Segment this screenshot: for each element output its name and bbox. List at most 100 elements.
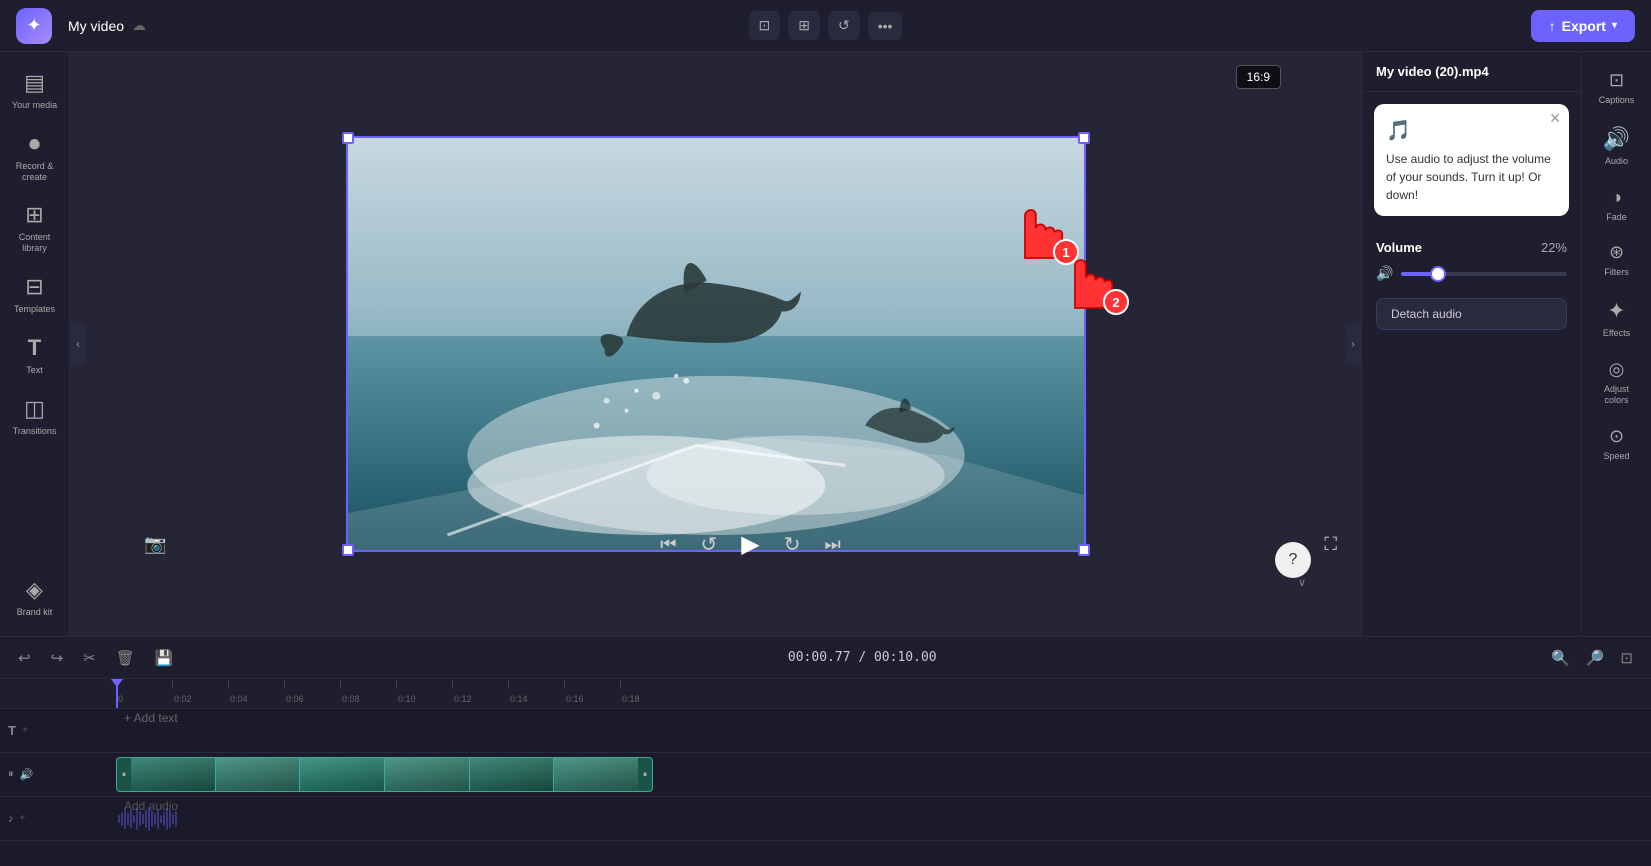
ruler-marks: 0 0:02 0:04 0:06 0:08 0:10 0:12 0:14 0:1…	[0, 679, 1651, 708]
sidebar-item-speed[interactable]: ⊙ Speed	[1586, 418, 1648, 470]
volume-label: Volume	[1376, 240, 1422, 255]
text-track-content[interactable]: + Add text	[116, 709, 1651, 752]
export-label: Export	[1562, 18, 1606, 34]
skip-forward-button[interactable]: ⏭	[821, 530, 845, 559]
wave-bar	[172, 814, 174, 824]
export-button[interactable]: ↑ Export ▾	[1531, 10, 1635, 42]
toolbar-center: ⊡ ⊞ ↺ •••	[749, 11, 903, 40]
wave-bar	[160, 815, 162, 823]
collapse-right-button[interactable]: ›	[1345, 324, 1361, 364]
text-track-icon: T	[8, 723, 16, 738]
playhead-triangle	[111, 679, 123, 687]
handle-tl[interactable]	[342, 132, 354, 144]
play-button[interactable]: ▶	[737, 526, 763, 563]
undo-timeline-button[interactable]: ↩	[12, 645, 37, 671]
wave-bar	[157, 809, 159, 829]
content-library-icon: ⊞	[25, 202, 43, 228]
sidebar-item-adjust-colors[interactable]: ◎ Adjust colors	[1586, 351, 1648, 414]
layout-button[interactable]: ⊞	[788, 11, 820, 40]
detach-audio-button[interactable]: Detach audio	[1376, 298, 1567, 330]
clip-thumb-1	[131, 758, 216, 791]
add-text-label[interactable]: + Add text	[116, 709, 186, 729]
forward-button[interactable]: ↻	[780, 528, 805, 561]
video-frame	[348, 138, 1084, 550]
zoom-controls: 🔍 🔎 ⊡	[1545, 645, 1639, 671]
brand-icon: ◈	[26, 577, 43, 603]
audio-track-content[interactable]: Add audio	[116, 797, 1651, 840]
playhead[interactable]	[116, 679, 118, 708]
sidebar-label-transitions: Transitions	[13, 426, 57, 437]
adjust-colors-label: Adjust colors	[1592, 384, 1642, 406]
panel-title: My video (20).mp4	[1362, 52, 1581, 92]
sidebar-item-your-media[interactable]: ▤ Your media	[4, 62, 66, 119]
effects-label: Effects	[1603, 328, 1630, 339]
audio-track-label: ♪ +	[0, 813, 116, 825]
sidebar-label-text: Text	[26, 365, 43, 376]
timeline-toolbar: ↩ ↪ ✂ 🗑 💾 00:00.77 / 00:10.00 🔍 🔎 ⊡	[0, 637, 1651, 679]
cut-button[interactable]: ✂	[77, 645, 102, 671]
your-media-icon: ▤	[24, 70, 45, 96]
export-chevron-icon: ▾	[1612, 20, 1617, 31]
right-icons-sidebar: ⊡ Captions 🔊 Audio ◑ Fade ⊛ Filters ✦ Ef…	[1581, 52, 1651, 636]
sidebar-item-content-library[interactable]: ⊞ Content library	[4, 194, 66, 262]
sidebar-item-fade[interactable]: ◑ Fade	[1586, 179, 1648, 231]
left-sidebar: ▤ Your media ⏺ Record & create ⊞ Content…	[0, 52, 70, 636]
wave-bar	[133, 815, 135, 823]
crop-button[interactable]: ⊡	[749, 11, 781, 40]
ruler-mark-8: 0:08	[340, 694, 396, 704]
fullscreen-button[interactable]: ⛶	[1320, 530, 1341, 559]
clip-handle-left[interactable]: ⏸	[117, 758, 131, 791]
sidebar-label-record: Record & create	[10, 161, 60, 183]
skip-back-button[interactable]: ⏮	[656, 530, 680, 559]
collapse-preview-button[interactable]: ∨	[1298, 576, 1306, 589]
video-clip[interactable]: ⏸ ⏸	[116, 757, 653, 792]
sidebar-item-audio[interactable]: 🔊 Audio	[1586, 118, 1648, 175]
aspect-ratio-label: 16:9	[1236, 65, 1281, 89]
adjust-colors-icon: ◎	[1609, 359, 1625, 380]
screenshot-button[interactable]: 📷	[140, 530, 170, 559]
clip-handle-right[interactable]: ⏸	[638, 758, 652, 791]
templates-icon: ⊟	[25, 274, 43, 300]
sidebar-item-record[interactable]: ⏺ Record & create	[4, 123, 66, 191]
wave-bar	[142, 814, 144, 824]
wave-bar	[166, 808, 168, 830]
sidebar-item-effects[interactable]: ✦ Effects	[1586, 290, 1648, 347]
fit-button[interactable]: ⊡	[1614, 645, 1639, 671]
audio-label: Audio	[1605, 156, 1628, 167]
delete-button[interactable]: 🗑	[110, 645, 141, 671]
sidebar-item-templates[interactable]: ⊟ Templates	[4, 266, 66, 323]
fade-label: Fade	[1606, 212, 1627, 223]
sidebar-label-your-media: Your media	[12, 100, 57, 111]
sidebar-item-captions[interactable]: ⊡ Captions	[1586, 62, 1648, 114]
handle-tr[interactable]	[1078, 132, 1090, 144]
ruler-mark-12: 0:12	[452, 694, 508, 704]
volume-value: 22%	[1541, 240, 1567, 255]
audio-track-icon: ♪	[8, 813, 14, 825]
main-area: ▤ Your media ⏺ Record & create ⊞ Content…	[0, 52, 1651, 636]
volume-header: Volume 22%	[1376, 240, 1567, 255]
tooltip-close-button[interactable]: ✕	[1549, 110, 1561, 127]
text-track-label: T +	[0, 723, 116, 738]
sidebar-item-text[interactable]: T Text	[4, 327, 66, 384]
volume-slider[interactable]	[1401, 272, 1567, 276]
zoom-in-button[interactable]: 🔎	[1580, 645, 1611, 671]
volume-thumb[interactable]	[1432, 268, 1444, 280]
more-button[interactable]: •••	[868, 12, 903, 40]
save-button[interactable]: 💾	[149, 645, 180, 671]
sidebar-item-brand[interactable]: ◈ Brand kit	[4, 569, 66, 626]
speed-label: Speed	[1603, 451, 1629, 462]
wave-bar	[145, 810, 147, 828]
undo-button[interactable]: ↺	[828, 11, 860, 40]
zoom-out-button[interactable]: 🔍	[1545, 645, 1576, 671]
sidebar-item-filters[interactable]: ⊛ Filters	[1586, 234, 1648, 286]
audio-icon: 🔊	[1603, 126, 1630, 152]
redo-timeline-button[interactable]: ↪	[45, 645, 70, 671]
speed-icon: ⊙	[1609, 426, 1624, 447]
tooltip-text: Use audio to adjust the volume of your s…	[1386, 152, 1551, 202]
rewind-button[interactable]: ↺	[697, 528, 722, 561]
cloud-icon: ☁	[132, 17, 146, 34]
video-track-icon: ⏸	[8, 768, 14, 781]
video-track-content[interactable]: ⏸ ⏸	[116, 753, 1651, 796]
sidebar-item-transitions[interactable]: ◫ Transitions	[4, 388, 66, 445]
collapse-left-button[interactable]: ‹	[70, 324, 86, 364]
